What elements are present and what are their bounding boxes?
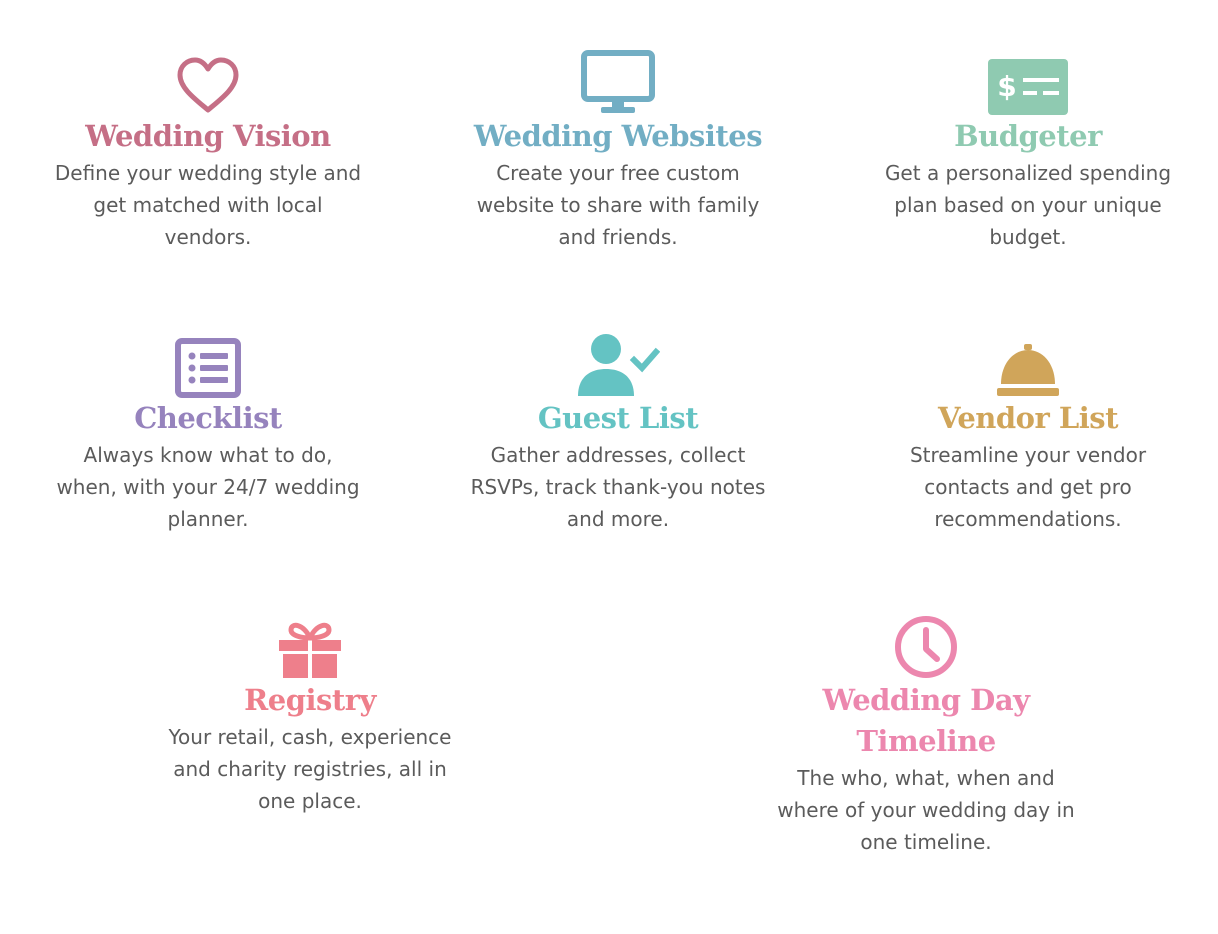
- feature-registry[interactable]: Registry Your retail, cash, experience a…: [150, 618, 470, 817]
- feature-guest-list[interactable]: Guest List Gather addresses, collect RSV…: [458, 334, 778, 535]
- guest-list-description: Gather addresses, collect RSVPs, track t…: [470, 443, 766, 531]
- wedding-vision-description: Define your wedding style and get matche…: [54, 161, 362, 249]
- person-check-icon: [578, 334, 660, 396]
- vendor-list-icon-wrap: [868, 336, 1188, 398]
- timeline-description: The who, what, when and where of your we…: [777, 766, 1075, 854]
- wedding-websites-title[interactable]: Wedding Websites: [458, 116, 778, 157]
- clock-icon: [895, 616, 957, 678]
- vendor-list-title[interactable]: Vendor List: [868, 398, 1188, 439]
- list-icon: [175, 338, 241, 398]
- guest-list-icon-wrap: [458, 334, 778, 398]
- feature-timeline[interactable]: Wedding Day Timeline The who, what, when…: [766, 616, 1086, 858]
- registry-title[interactable]: Registry: [150, 680, 470, 721]
- dollar-bill-icon: $: [988, 59, 1068, 115]
- heart-icon: [177, 57, 239, 113]
- registry-description: Your retail, cash, experience and charit…: [168, 725, 452, 813]
- service-bell-icon: [997, 344, 1059, 396]
- feature-checklist[interactable]: Checklist Always know what to do, when, …: [48, 336, 368, 535]
- wedding-vision-icon-wrap: [48, 54, 368, 116]
- registry-icon-wrap: [150, 618, 470, 680]
- wedding-vision-title[interactable]: Wedding Vision: [48, 116, 368, 157]
- budgeter-icon-wrap: $: [868, 54, 1188, 116]
- budgeter-title[interactable]: Budgeter: [868, 116, 1188, 157]
- checklist-description: Always know what to do, when, with your …: [56, 443, 360, 531]
- timeline-title[interactable]: Wedding Day Timeline: [806, 680, 1046, 762]
- checklist-icon-wrap: [48, 336, 368, 398]
- checklist-title[interactable]: Checklist: [48, 398, 368, 439]
- gift-icon: [279, 622, 341, 678]
- feature-wedding-vision[interactable]: Wedding Vision Define your wedding style…: [48, 54, 368, 253]
- svg-text:$: $: [997, 70, 1016, 103]
- vendor-list-description: Streamline your vendor contacts and get …: [909, 443, 1147, 531]
- budgeter-description: Get a personalized spending plan based o…: [884, 161, 1172, 249]
- feature-budgeter[interactable]: $ Budgeter Get a personalized spending p…: [868, 54, 1188, 253]
- wedding-websites-icon-wrap: [458, 50, 778, 116]
- monitor-icon: [581, 50, 655, 113]
- feature-vendor-list[interactable]: Vendor List Streamline your vendor conta…: [868, 336, 1188, 535]
- guest-list-title[interactable]: Guest List: [458, 398, 778, 439]
- feature-wedding-websites[interactable]: Wedding Websites Create your free custom…: [458, 50, 778, 253]
- wedding-websites-description: Create your free custom website to share…: [476, 161, 760, 249]
- timeline-icon-wrap: [766, 616, 1086, 680]
